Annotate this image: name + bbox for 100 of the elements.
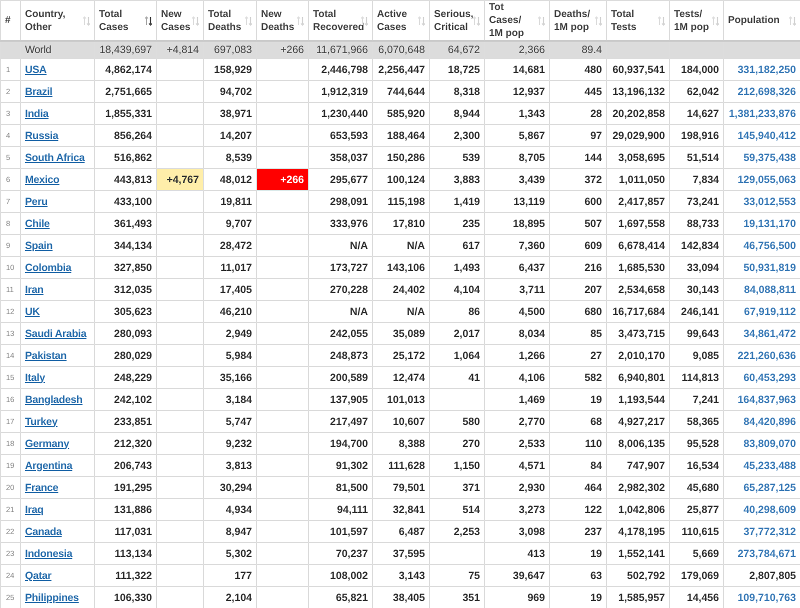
table-cell: 11,017 — [204, 256, 256, 278]
country-link[interactable]: Italy — [25, 372, 46, 384]
table-cell: 37,595 — [372, 542, 430, 564]
table-cell: 2,949 — [204, 322, 256, 344]
table-cell: +266 — [256, 168, 308, 190]
table-cell: 91,302 — [308, 454, 372, 476]
table-cell: 194,700 — [308, 432, 372, 454]
table-cell: 2,533 — [484, 432, 550, 454]
table-cell: 110,615 — [670, 520, 724, 542]
table-cell: 280,093 — [94, 322, 156, 344]
table-cell: 14,207 — [204, 124, 256, 146]
table-cell: 3,098 — [484, 520, 550, 542]
table-cell: N/A — [372, 300, 430, 322]
table-cell: 7,360 — [484, 234, 550, 256]
table-cell: 200,589 — [308, 366, 372, 388]
table-cell: 101,597 — [308, 520, 372, 542]
table-cell: 2,366 — [484, 41, 550, 58]
table-cell: 158,929 — [204, 58, 256, 80]
country-link[interactable]: India — [25, 108, 49, 120]
table-cell: 33,094 — [670, 256, 724, 278]
table-cell: 117,031 — [94, 520, 156, 542]
table-cell: 28 — [550, 102, 606, 124]
country-link[interactable]: Iraq — [25, 504, 44, 516]
table-cell: 4,106 — [484, 366, 550, 388]
table-cell: 617 — [430, 234, 484, 256]
table-cell: 18,439,697 — [94, 41, 156, 58]
table-cell: 122 — [550, 498, 606, 520]
table-cell: 150,286 — [372, 146, 430, 168]
table-cell: 2,982,302 — [606, 476, 670, 498]
table-cell: 1,469 — [484, 388, 550, 410]
table-cell: 333,976 — [308, 212, 372, 234]
table-cell: 6,437 — [484, 256, 550, 278]
table-cell: 18,725 — [430, 58, 484, 80]
table-cell: 8,539 — [204, 146, 256, 168]
table-cell: 327,850 — [94, 256, 156, 278]
country-link[interactable]: Qatar — [25, 570, 52, 582]
table-cell: 19 — [550, 542, 606, 564]
table-cell: N/A — [308, 234, 372, 256]
table-cell: 361,493 — [94, 212, 156, 234]
table-cell: 60,937,541 — [606, 58, 670, 80]
table-cell: 188,464 — [372, 124, 430, 146]
table-cell: 20,202,858 — [606, 102, 670, 124]
country-link[interactable]: Iran — [25, 284, 44, 296]
table-cell: 17,810 — [372, 212, 430, 234]
table-cell: 14,681 — [484, 58, 550, 80]
table-cell: 113,134 — [94, 542, 156, 564]
table-cell: 177 — [204, 564, 256, 586]
table-cell: 4,927,217 — [606, 410, 670, 432]
table-cell: 270 — [430, 432, 484, 454]
country-link[interactable]: UK — [25, 306, 40, 318]
table-cell: 413 — [484, 542, 550, 564]
table-cell: 233,851 — [94, 410, 156, 432]
table-cell: 16,534 — [670, 454, 724, 476]
table-cell: 1,697,558 — [606, 212, 670, 234]
table-cell: 6,678,414 — [606, 234, 670, 256]
table-cell: 372 — [550, 168, 606, 190]
table-cell: 97 — [550, 124, 606, 146]
table-cell: 1,419 — [430, 190, 484, 212]
table-cell: 8,947 — [204, 520, 256, 542]
table-cell: 207 — [550, 278, 606, 300]
table-cell: 216 — [550, 256, 606, 278]
table-cell: 5,747 — [204, 410, 256, 432]
table-cell: 248,873 — [308, 344, 372, 366]
table-cell: 248,229 — [94, 366, 156, 388]
table-cell: 1,064 — [430, 344, 484, 366]
table-cell: 4,934 — [204, 498, 256, 520]
table-cell: 2,446,798 — [308, 58, 372, 80]
table-cell: 7,241 — [670, 388, 724, 410]
table-cell: 1,685,530 — [606, 256, 670, 278]
table-cell: 2,930 — [484, 476, 550, 498]
table-cell: 6,487 — [372, 520, 430, 542]
table-cell: 514 — [430, 498, 484, 520]
table-cell: 8,006,135 — [606, 432, 670, 454]
table-cell: 1,230,440 — [308, 102, 372, 124]
table-cell: 2,770 — [484, 410, 550, 432]
table-cell: 1,266 — [484, 344, 550, 366]
table-cell: 95,528 — [670, 432, 724, 454]
table-cell: 371 — [430, 476, 484, 498]
table-cell: 217,497 — [308, 410, 372, 432]
table-cell: 3,813 — [204, 454, 256, 476]
table-cell: 19 — [550, 388, 606, 410]
country-link[interactable]: Peru — [25, 196, 48, 208]
table-cell: 747,907 — [606, 454, 670, 476]
table-cell: 45,680 — [670, 476, 724, 498]
table-cell: 2,417,857 — [606, 190, 670, 212]
table-cell: 13,196,132 — [606, 80, 670, 102]
table-cell: 198,916 — [670, 124, 724, 146]
table-cell: 25,877 — [670, 498, 724, 520]
table-cell: 32,841 — [372, 498, 430, 520]
table-cell: 99,643 — [670, 322, 724, 344]
table-cell: 4,571 — [484, 454, 550, 476]
country-link[interactable]: USA — [25, 64, 47, 76]
table-cell: 3,058,695 — [606, 146, 670, 168]
table-cell: 17,405 — [204, 278, 256, 300]
table-cell: 18,895 — [484, 212, 550, 234]
sort-icon[interactable] — [145, 16, 152, 26]
table-cell: 5,302 — [204, 542, 256, 564]
table-cell: 3,883 — [430, 168, 484, 190]
country-link[interactable]: Chile — [25, 218, 50, 230]
table-cell: 73,241 — [670, 190, 724, 212]
